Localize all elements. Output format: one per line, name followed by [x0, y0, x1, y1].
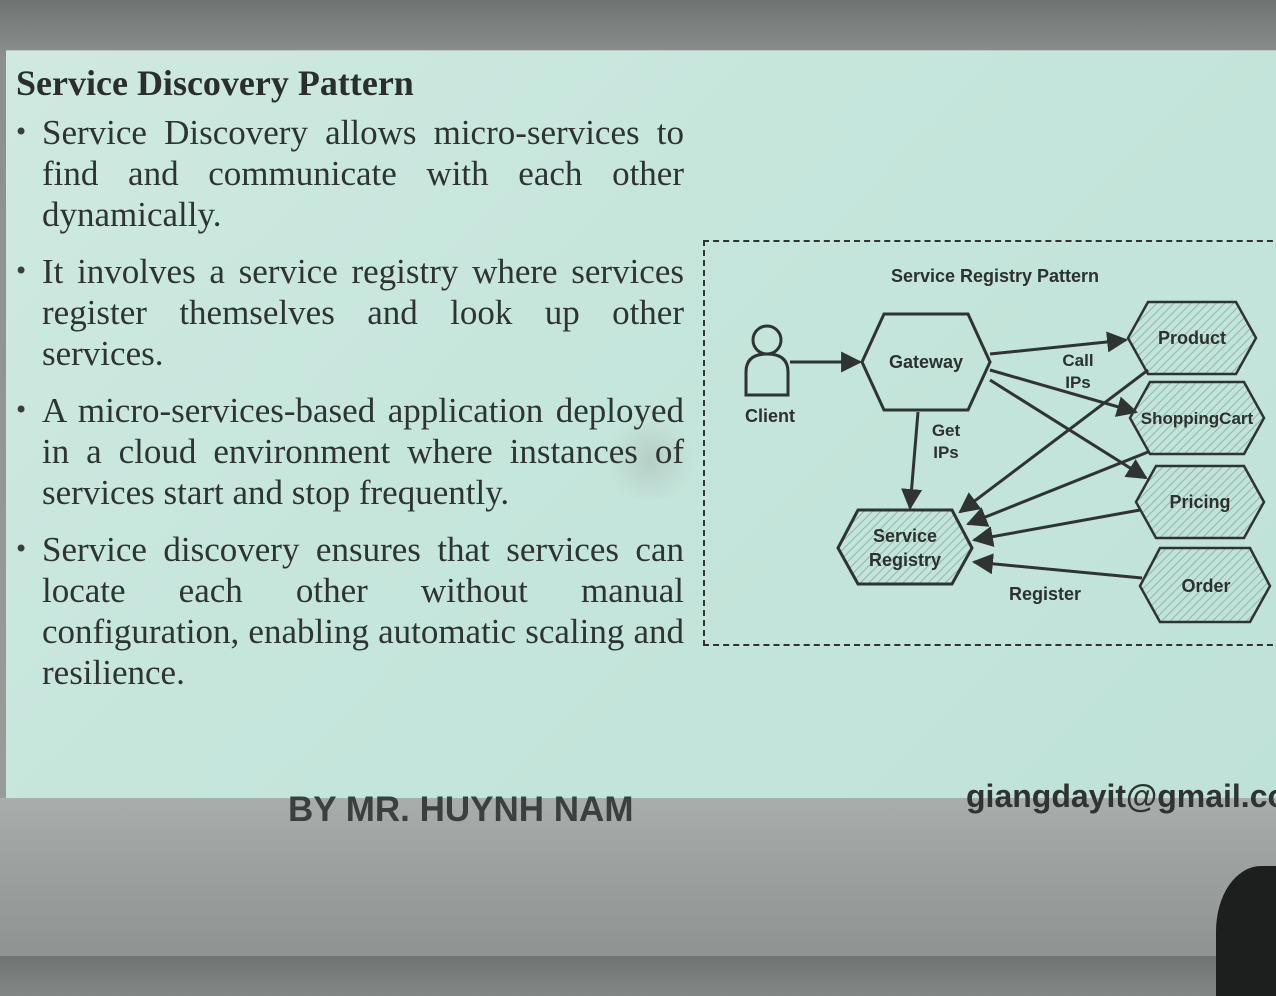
- footer-author: BY MR. HUYNH NAM: [288, 790, 634, 829]
- get-ips-label-line1: Get: [932, 421, 961, 440]
- gateway-label: Gateway: [889, 352, 963, 372]
- registry-label-line1: Service: [873, 526, 937, 546]
- pricing-register-arrow: [971, 508, 1141, 547]
- get-ips-label-line2: IPs: [933, 443, 959, 462]
- client-label: Client: [745, 406, 795, 426]
- gateway-to-product-arrow: [989, 331, 1129, 356]
- product-label: Product: [1158, 328, 1226, 348]
- gateway-to-shoppingcart-arrow: [989, 368, 1139, 417]
- gateway-to-registry-arrow: [901, 411, 923, 511]
- registry-node: [836, 508, 974, 586]
- registry-label-line2: Registry: [869, 550, 941, 570]
- footer-email: giangdayit@gmail.con: [966, 778, 1276, 814]
- order-label: Order: [1181, 576, 1230, 596]
- shoppingcart-label: ShoppingCart: [1141, 409, 1254, 428]
- diagram-title: Service Registry Pattern: [891, 266, 1099, 286]
- call-ips-label-line2: IPs: [1065, 373, 1091, 392]
- person-icon: [744, 324, 790, 397]
- call-ips-label-line1: Call: [1062, 351, 1093, 370]
- order-register-arrow: [971, 553, 1143, 580]
- pricing-label: Pricing: [1169, 492, 1230, 512]
- register-label: Register: [1009, 584, 1081, 604]
